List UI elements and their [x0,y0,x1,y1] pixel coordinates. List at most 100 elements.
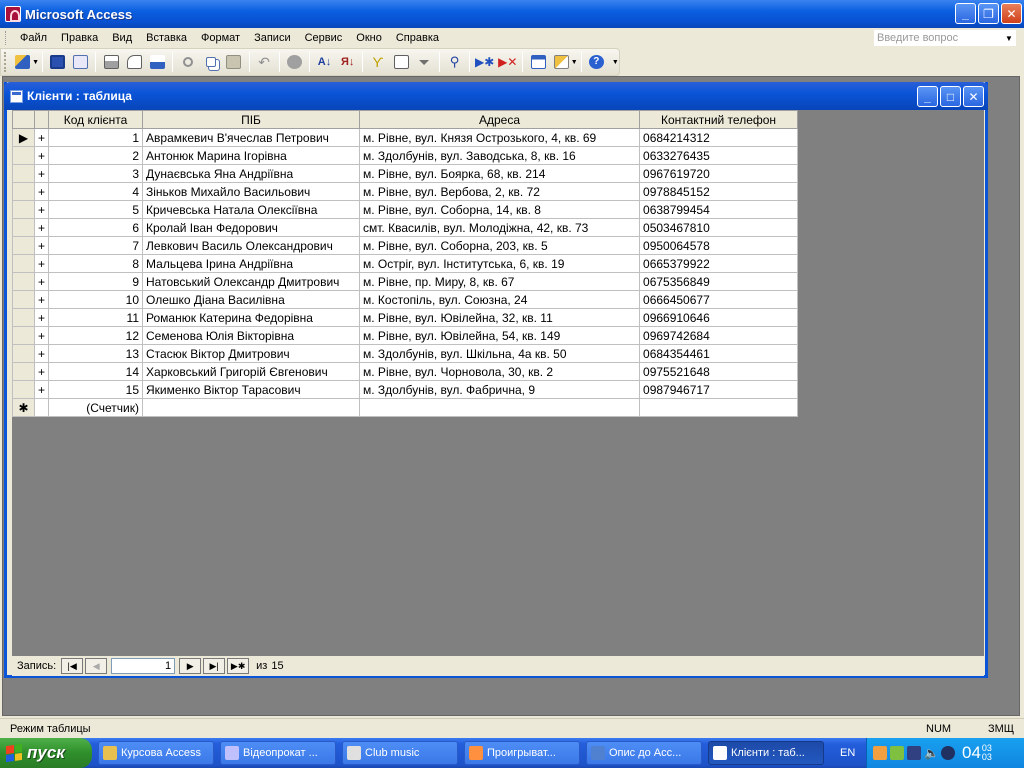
cell-name[interactable]: Мальцева Ірина Андріївна [142,254,361,273]
new-record-icon[interactable]: ▶✱ [474,51,495,73]
taskbar-button[interactable]: Клієнти : таб... [708,741,824,765]
app-titlebar[interactable]: Microsoft Access _ ❐ ✕ [0,0,1024,28]
cell-phone[interactable]: 0666450677 [639,290,799,309]
copy-icon[interactable] [200,51,221,73]
last-record-button[interactable]: ▶| [203,658,226,674]
expand-row-button[interactable]: + [33,200,50,219]
row-selector[interactable] [12,380,35,399]
expand-row-button[interactable]: + [33,380,50,399]
table-row[interactable]: +4 Зіньков Михайло Васильович м. Рівне, ву… [12,182,799,201]
table-row[interactable]: +6 Кролай Іван Федорович смт. Квасилів, ву… [12,218,799,237]
table-row[interactable]: +12 Семенова Юлія Вікторівна м. Рівне, вул… [12,326,799,345]
menu-grip[interactable] [5,31,8,45]
taskbar-button[interactable]: Club music [342,741,458,765]
apply-filter-icon[interactable]: ⏷ [414,51,435,73]
cell-address[interactable]: м. Рівне, пр. Миру, 8, кв. 67 [359,272,641,291]
column-header-id[interactable]: Код клієнта [48,110,144,129]
cut-icon[interactable] [177,51,198,73]
filter-by-selection-icon[interactable]: ϒ [367,51,388,73]
access-key-icon[interactable] [5,6,21,22]
help-question-input[interactable]: Введите вопрос ▼ [874,30,1016,46]
expand-row-button[interactable]: + [33,308,50,327]
cell-address[interactable]: м. Рівне, вул. Ювілейна, 32, кв. 11 [359,308,641,327]
row-selector[interactable] [12,218,35,237]
spelling-icon[interactable] [147,51,168,73]
taskbar-button[interactable]: Курсова Access [98,741,214,765]
cell-id[interactable]: 14 [48,362,144,381]
view-dropdown-arrow[interactable]: ▼ [32,59,39,66]
cell-address[interactable]: м. Рівне, вул. Соборна, 14, кв. 8 [359,200,641,219]
table-row[interactable]: +9 Натовський Олександр Дмитрович м. Рівне… [12,272,799,291]
close-icon[interactable]: ✕ [963,86,984,107]
cell-phone[interactable]: 0665379922 [639,254,799,273]
row-selector[interactable] [12,164,35,183]
cell-id[interactable]: 9 [48,272,144,291]
tray-media-icon[interactable] [941,746,955,760]
save-icon[interactable] [47,51,68,73]
column-header-address[interactable]: Адреса [359,110,641,129]
expand-row-button[interactable]: + [33,254,50,273]
cell-name[interactable]: Харковський Григорій Євгенович [142,362,361,381]
toolbar-grip[interactable] [4,52,8,72]
cell-id[interactable]: 8 [48,254,144,273]
taskbar-button[interactable]: Відеопрокат ... [220,741,336,765]
table-row[interactable]: +14 Харковський Григорій Євгенович м. Рівн… [12,362,799,381]
cell-id[interactable]: 7 [48,236,144,255]
help-icon[interactable]: ? [586,51,607,73]
new-object-icon[interactable] [551,51,572,73]
cell-address[interactable]: м. Рівне, вул. Боярка, 68, кв. 214 [359,164,641,183]
cell-name[interactable]: Левкович Василь Олександрович [142,236,361,255]
hyperlink-icon[interactable] [284,51,305,73]
filter-by-form-icon[interactable] [390,51,411,73]
undo-icon[interactable]: ↶ [254,51,275,73]
cell-id[interactable]: 5 [48,200,144,219]
record-number-input[interactable]: 1 [111,658,176,674]
cell-id[interactable]: 1 [48,128,144,147]
maximize-icon[interactable]: □ [940,86,961,107]
select-all-corner[interactable] [12,110,35,129]
table-row[interactable]: +13 Стасюк Віктор Дмитрович м. Здолбунів, … [12,344,799,363]
cell-id-autonumber[interactable]: (Счетчик) [48,398,144,417]
cell-address[interactable]: м. Здолбунів, вул. Шкільна, 4а кв. 50 [359,344,641,363]
first-record-button[interactable]: |◀ [61,658,84,674]
cell-id[interactable]: 11 [48,308,144,327]
menu-edit[interactable]: Правка [54,28,105,48]
row-selector[interactable] [12,308,35,327]
cell-name[interactable]: Якименко Віктор Тарасович [142,380,361,399]
cell-address[interactable]: м. Костопіль, вул. Союзна, 24 [359,290,641,309]
volume-icon[interactable]: 🔈 [924,746,939,760]
row-selector[interactable] [12,236,35,255]
cell-phone[interactable]: 0684354461 [639,344,799,363]
new-row-selector[interactable]: ✱ [12,398,35,417]
table-row[interactable]: +15 Якименко Віктор Тарасович м. Здолбунів… [12,380,799,399]
table-row[interactable]: +8 Мальцева Ірина Андріївна м. Остріг, вул… [12,254,799,273]
cell-phone[interactable]: 0684214312 [639,128,799,147]
row-selector[interactable] [12,182,35,201]
search-file-icon[interactable] [70,51,91,73]
cell-phone[interactable]: 0975521648 [639,362,799,381]
cell-address[interactable]: м. Рівне, вул. Соборна, 203, кв. 5 [359,236,641,255]
clock[interactable]: 04 03 03 [962,744,992,762]
sort-descending-icon[interactable]: Я↓ [337,51,358,73]
expand-row-button[interactable]: + [33,236,50,255]
delete-record-icon[interactable]: ▶✕ [497,51,518,73]
row-selector[interactable] [12,344,35,363]
cell-phone[interactable]: 0638799454 [639,200,799,219]
cell-address[interactable]: смт. Квасилів, вул. Молодіжна, 42, кв. 7… [359,218,641,237]
cell-id[interactable]: 15 [48,380,144,399]
cell-phone[interactable]: 0987946717 [639,380,799,399]
tray-app-icon[interactable] [873,746,887,760]
next-record-button[interactable]: ▶ [179,658,202,674]
expand-row-button[interactable]: + [33,290,50,309]
cell-name[interactable]: Зіньков Михайло Васильович [142,182,361,201]
cell-phone[interactable]: 0978845152 [639,182,799,201]
cell-name[interactable]: Стасюк Віктор Дмитрович [142,344,361,363]
network-icon[interactable] [907,746,921,760]
cell-name[interactable]: Дунаєвська Яна Андріївна [142,164,361,183]
print-preview-icon[interactable] [124,51,145,73]
cell-address[interactable]: м. Рівне, вул. Вербова, 2, кв. 72 [359,182,641,201]
menu-view[interactable]: Вид [105,28,139,48]
table-row[interactable]: +11 Романюк Катерина Федорівна м. Рівне, в… [12,308,799,327]
taskbar-button[interactable]: Проигрыват... [464,741,580,765]
cell-id[interactable]: 12 [48,326,144,345]
